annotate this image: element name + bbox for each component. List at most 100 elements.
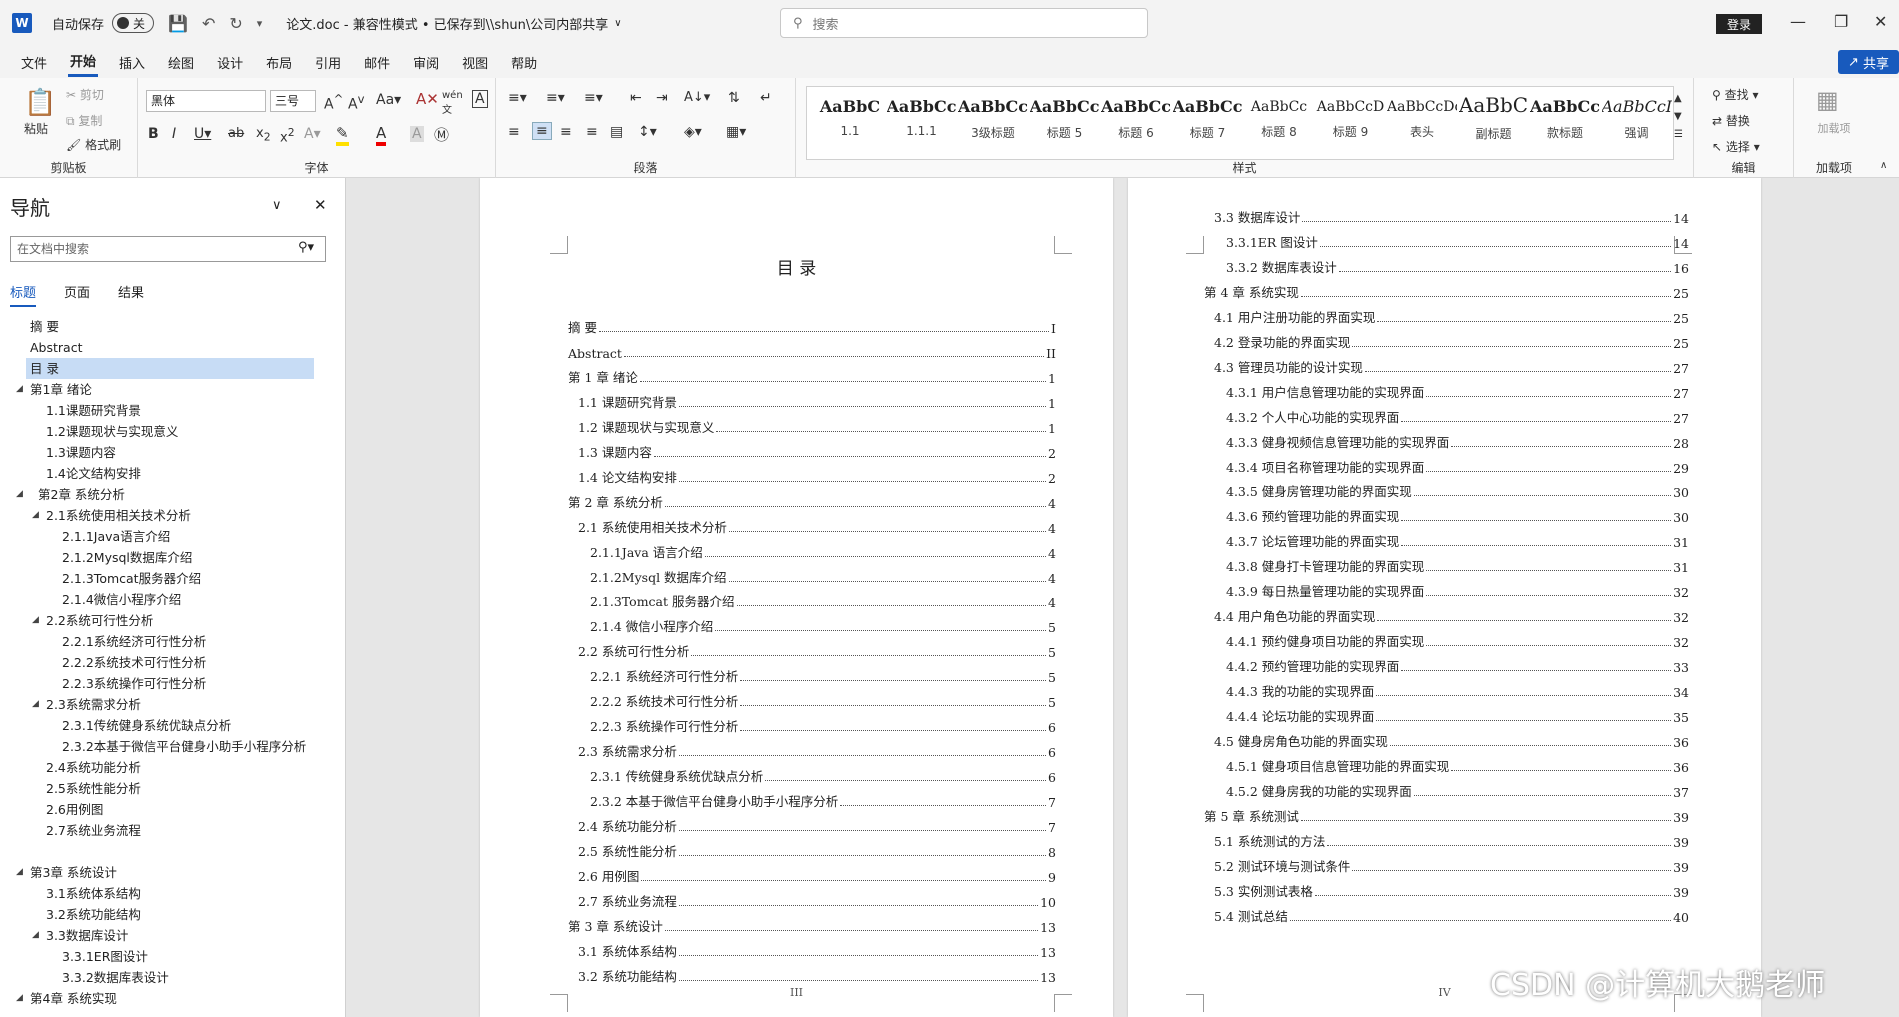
toc-entry[interactable]: 2.1.3Tomcat 服务器介绍 4	[590, 590, 1056, 610]
restore-icon[interactable]: ❐	[1834, 12, 1848, 31]
replace-button[interactable]: ⇄ 替换	[1712, 112, 1750, 129]
toc-entry[interactable]: 4.3 管理员功能的设计实现 27	[1214, 356, 1689, 376]
tab-7[interactable]: 邮件	[362, 49, 392, 76]
nav-heading-item[interactable]: 2.4系统功能分析	[46, 757, 141, 778]
style-item[interactable]: AaBbCcI 款标题	[1530, 87, 1600, 159]
nav-heading-item[interactable]: 3.3.2数据库表设计	[62, 967, 169, 988]
style-item[interactable]: AaBbC 副标题	[1459, 87, 1529, 159]
style-item[interactable]: AaBbCcI 标题 7	[1173, 87, 1243, 159]
style-item[interactable]: AaBbCcI 1.1.1	[887, 87, 957, 159]
nav-heading-item[interactable]: 2.3.2本基于微信平台健身小助手小程序分析	[62, 736, 306, 757]
tab-0[interactable]: 文件	[19, 49, 49, 76]
shrink-font-icon[interactable]: Av	[348, 92, 364, 113]
style-item[interactable]: AaBbCcI 标题 5	[1030, 87, 1100, 159]
nav-heading-item[interactable]: 2.6用例图	[46, 799, 103, 820]
toc-entry[interactable]: 摘 要I	[568, 316, 1056, 336]
chinese-layout-icon[interactable]: A↓▾	[684, 90, 710, 105]
styles-scroll-icon[interactable]: ▲ ▼ ☰	[1674, 90, 1683, 144]
shading-icon[interactable]: ◈▾	[684, 124, 702, 140]
toc-entry[interactable]: 2.2.3 系统操作可行性分析 6	[590, 715, 1056, 735]
character-border-icon[interactable]: A	[472, 90, 488, 108]
nav-heading-item[interactable]: 目 录	[26, 358, 314, 379]
collapse-arrow-icon[interactable]: ◢	[16, 867, 23, 877]
grow-font-icon[interactable]: A^	[324, 92, 343, 113]
subscript-icon[interactable]: x2	[256, 126, 271, 144]
toc-entry[interactable]: 4.1 用户注册功能的界面实现 25	[1214, 306, 1689, 326]
undo-icon[interactable]: ↶	[202, 14, 215, 33]
close-icon[interactable]: ✕	[1874, 12, 1887, 31]
nav-heading-item[interactable]: 2.1.3Tomcat服务器介绍	[62, 568, 201, 589]
increase-indent-icon[interactable]: ⇥	[656, 90, 668, 106]
sort-icon[interactable]: ⇅	[728, 90, 740, 106]
nav-heading-item[interactable]: 第1章 绪论	[30, 379, 92, 400]
toc-entry[interactable]: 5.3 实例测试表格 39	[1214, 880, 1689, 900]
style-item[interactable]: AaBbCc 标题 8	[1244, 87, 1314, 159]
line-spacing-icon[interactable]: ↕▾	[638, 124, 657, 140]
toc-entry[interactable]: 4.3.5 健身房管理功能的界面实现 30	[1226, 480, 1689, 500]
nav-heading-item[interactable]: 第2章 系统分析	[38, 484, 125, 505]
nav-heading-item[interactable]: Abstract	[30, 337, 82, 358]
tab-10[interactable]: 帮助	[509, 49, 539, 76]
toc-entry[interactable]: 3.3.1ER 图设计 14	[1226, 231, 1689, 251]
bullets-icon[interactable]: ≡▾	[508, 90, 527, 106]
toc-entry[interactable]: 2.2.1 系统经济可行性分析 5	[590, 665, 1056, 685]
document-page-4[interactable]: IV 3.3 数据库设计 14 3.3.1ER 图设计 14 3.3.2 数据库表设计 1…	[1128, 178, 1761, 1017]
toc-entry[interactable]: 4.3.1 用户信息管理功能的实现界面 27	[1226, 381, 1689, 401]
phonetic-guide-icon[interactable]: wén 文	[442, 90, 463, 116]
tab-4[interactable]: 设计	[215, 49, 245, 76]
toc-entry[interactable]: 5.1 系统测试的方法 39	[1214, 830, 1689, 850]
toc-entry[interactable]: 1.1 课题研究背景 1	[578, 391, 1056, 411]
nav-heading-item[interactable]: 第4章 系统实现	[30, 988, 117, 1009]
toc-entry[interactable]: 2.3.2 本基于微信平台健身小助手小程序分析 7	[590, 790, 1056, 810]
toc-entry[interactable]: 第 2 章 系统分析 4	[568, 491, 1056, 511]
toc-entry[interactable]: 1.4 论文结构安排 2	[578, 466, 1056, 486]
style-item[interactable]: AaBbC 1.1	[815, 87, 885, 159]
superscript-icon[interactable]: x2	[280, 126, 295, 145]
toc-entry[interactable]: 2.6 用例图 9	[578, 865, 1056, 885]
nav-heading-item[interactable]: 1.4论文结构安排	[46, 463, 141, 484]
character-shading-icon[interactable]: A	[410, 126, 424, 142]
nav-heading-item[interactable]: 3.3数据库设计	[46, 925, 128, 946]
toc-entry[interactable]: 3.3.2 数据库表设计 16	[1226, 256, 1689, 276]
share-button[interactable]: ↗ 共享	[1838, 50, 1899, 74]
toc-entry[interactable]: 1.3 课题内容 2	[578, 441, 1056, 461]
decrease-indent-icon[interactable]: ⇤	[630, 90, 642, 106]
highlight-icon[interactable]: ✎	[336, 124, 349, 146]
cut-button[interactable]: ✂ 剪切	[66, 86, 104, 103]
toc-entry[interactable]: 2.1.4 微信小程序介绍 5	[590, 615, 1056, 635]
text-effects-icon[interactable]: A▾	[304, 126, 321, 142]
tab-8[interactable]: 审阅	[411, 49, 441, 76]
nav-heading-item[interactable]: 摘 要	[30, 316, 59, 337]
toc-entry[interactable]: 4.3.9 每日热量管理功能的实现界面 32	[1226, 580, 1689, 600]
find-button[interactable]: ⚲ 查找 ▾	[1712, 86, 1758, 103]
toc-entry[interactable]: 3.3 数据库设计 14	[1214, 206, 1689, 226]
nav-heading-item[interactable]: 2.7系统业务流程	[46, 820, 141, 841]
align-center-icon[interactable]: ≡	[532, 122, 552, 140]
tab-5[interactable]: 布局	[264, 49, 294, 76]
toc-entry[interactable]: 4.4.1 预约健身项目功能的界面实现 32	[1226, 630, 1689, 650]
style-item[interactable]: AaBbCc 标题 6	[1101, 87, 1171, 159]
nav-tab-0[interactable]: 标题	[10, 282, 37, 307]
copy-button[interactable]: ⧉ 复制	[66, 112, 102, 129]
nav-heading-item[interactable]: 2.1.2Mysql数据库介绍	[62, 547, 192, 568]
toc-entry[interactable]: 5.4 测试总结 40	[1214, 905, 1689, 925]
search-input[interactable]: ⚲ 搜索	[780, 8, 1148, 38]
nav-heading-item[interactable]: 3.3.1ER图设计	[62, 946, 148, 967]
tab-3[interactable]: 绘图	[166, 49, 196, 76]
font-name-select[interactable]: 黑体	[146, 90, 266, 112]
collapse-arrow-icon[interactable]: ◢	[32, 510, 39, 520]
toc-entry[interactable]: 4.4.2 预约管理功能的实现界面 33	[1226, 655, 1689, 675]
toc-entry[interactable]: 2.1.2Mysql 数据库介绍 4	[590, 566, 1056, 586]
nav-heading-item[interactable]: 3.1系统体系结构	[46, 883, 141, 904]
nav-heading-item[interactable]: 2.2.3系统操作可行性分析	[62, 673, 206, 694]
collapse-arrow-icon[interactable]: ◢	[16, 489, 23, 499]
toc-entry[interactable]: 3.1 系统体系结构 13	[578, 940, 1056, 960]
style-item[interactable]: AaBbCcI 3级标题	[958, 87, 1028, 159]
tab-1[interactable]: 开始	[68, 47, 99, 77]
document-title[interactable]: 论文.doc - 兼容性模式 • 已保存到\\shun\公司内部共享	[286, 14, 608, 33]
addins-button[interactable]: 加载项	[1808, 120, 1860, 136]
nav-heading-item[interactable]: 2.3.1传统健身系统优缺点分析	[62, 715, 231, 736]
nav-tab-1[interactable]: 页面	[64, 282, 90, 307]
toc-entry[interactable]: 2.2.2 系统技术可行性分析 5	[590, 690, 1056, 710]
toc-entry[interactable]: 4.4.3 我的功能的实现界面 34	[1226, 680, 1689, 700]
